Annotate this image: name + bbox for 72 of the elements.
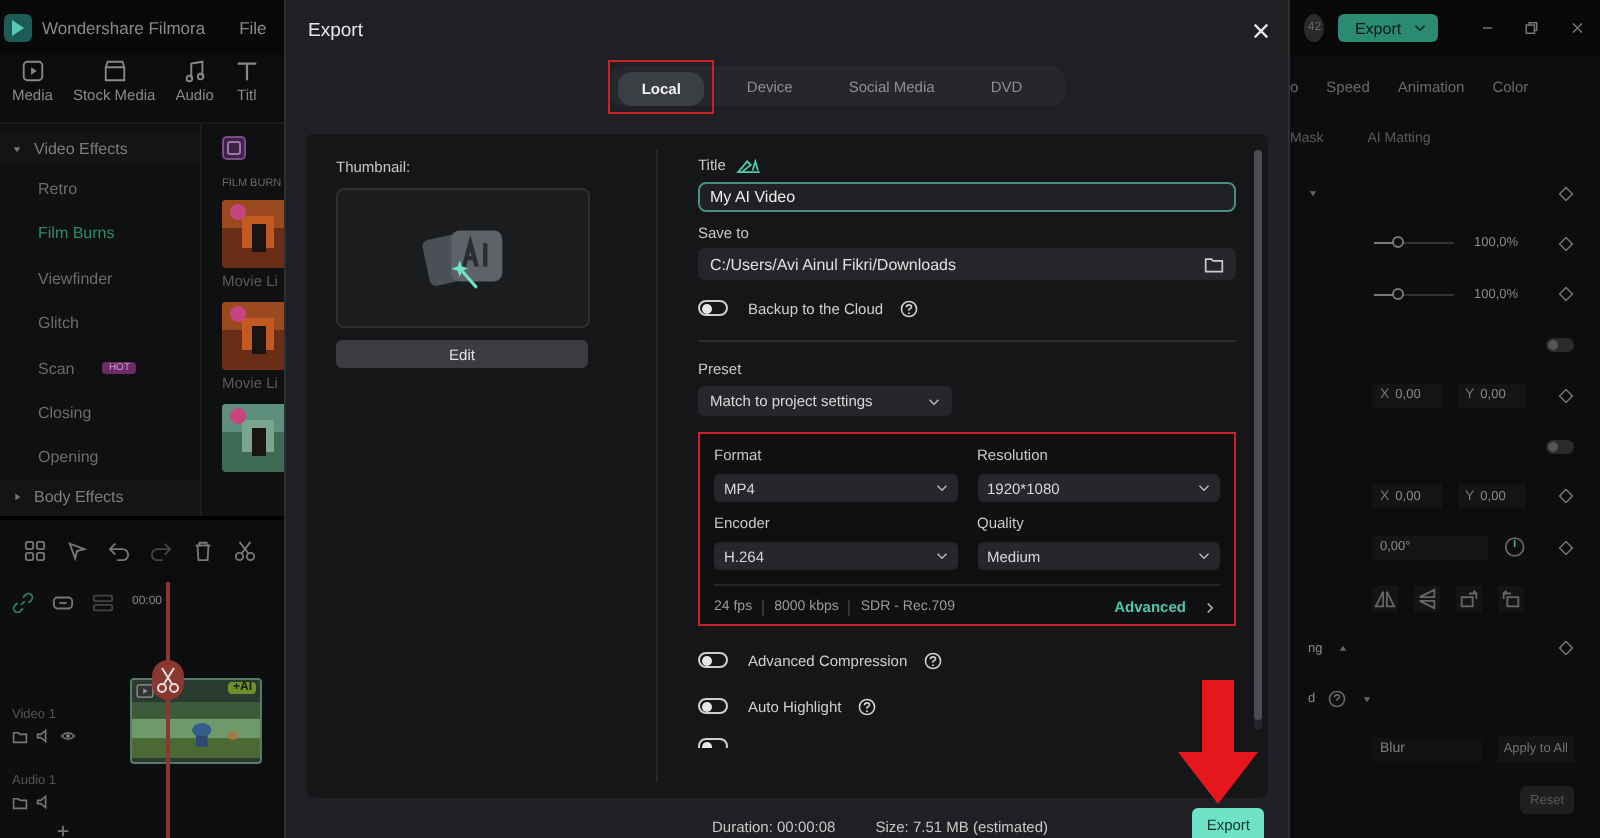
collapse-icon[interactable] — [1308, 188, 1318, 199]
category-item[interactable]: Closing — [38, 403, 92, 422]
category-item[interactable]: Scan — [38, 359, 75, 378]
link-icon[interactable] — [12, 591, 34, 613]
rotate-right-icon[interactable] — [1456, 585, 1482, 612]
folder-icon[interactable] — [12, 727, 28, 743]
speaker-icon[interactable] — [36, 793, 52, 809]
logo-icon — [4, 13, 32, 42]
export-button[interactable]: Export — [1338, 14, 1438, 42]
store-icon — [101, 58, 128, 85]
add-track-icon[interactable] — [56, 824, 70, 838]
rotate-left-icon[interactable] — [1498, 585, 1524, 612]
grid-filter-icon[interactable] — [222, 135, 246, 160]
toggle-switch[interactable] — [698, 300, 728, 316]
flip-horizontal-icon[interactable] — [1372, 585, 1398, 612]
rotation-dial-icon[interactable] — [1504, 536, 1526, 559]
expand-icon[interactable] — [1338, 643, 1349, 654]
toggle-switch[interactable] — [698, 698, 728, 714]
video-icon — [136, 684, 154, 698]
category-header[interactable]: Body Effects — [0, 479, 200, 516]
scissors-icon[interactable] — [152, 660, 184, 700]
flip-vertical-icon[interactable] — [1414, 585, 1440, 612]
keyframe-icon[interactable] — [1558, 387, 1574, 404]
folder-icon[interactable] — [12, 793, 28, 809]
chevron-down-icon — [928, 397, 940, 405]
chevron-down-icon — [935, 484, 947, 492]
arrow-icon — [1178, 680, 1258, 804]
collapse-icon[interactable] — [1361, 694, 1372, 705]
category-item[interactable]: Viewfinder — [38, 269, 113, 288]
dialog-title: Export — [308, 19, 363, 41]
folder-icon — [1204, 255, 1224, 273]
keyframe-icon[interactable] — [1558, 539, 1574, 556]
keyframe-icon[interactable] — [1558, 286, 1574, 303]
thumbnail-preview[interactable] — [336, 188, 590, 328]
app-name: Wondershare Filmora — [42, 17, 206, 38]
music-note-icon — [181, 58, 208, 85]
toggle-switch[interactable] — [1546, 439, 1574, 454]
title-icon — [233, 58, 260, 85]
trash-icon[interactable] — [192, 539, 214, 562]
chevron-down-icon — [1198, 552, 1210, 560]
category-item[interactable]: Retro — [38, 180, 78, 199]
track-icon[interactable] — [92, 591, 114, 613]
ai-pen-icon[interactable] — [735, 155, 762, 173]
title-input[interactable]: My AI Video — [698, 182, 1236, 212]
save-path-field[interactable]: C:/Users/Avi Ainul Fikri/Downloads — [698, 248, 1236, 280]
triangle-icon — [12, 144, 22, 155]
close-icon[interactable] — [1252, 21, 1270, 39]
category-item[interactable]: Glitch — [38, 314, 79, 333]
chevron-right-icon[interactable] — [1206, 601, 1214, 613]
undo-icon[interactable] — [108, 539, 130, 562]
speaker-icon[interactable] — [36, 727, 52, 743]
menu-item[interactable]: File — [239, 17, 267, 38]
eye-icon[interactable] — [60, 727, 76, 743]
grid-icon[interactable] — [24, 539, 46, 562]
keyframe-icon[interactable] — [1558, 185, 1574, 202]
keyframe-icon[interactable] — [1558, 235, 1574, 252]
category-item[interactable]: Opening — [38, 448, 99, 467]
toggle-switch[interactable] — [1546, 338, 1574, 353]
keyframe-icon[interactable] — [1558, 488, 1574, 505]
category-header[interactable]: Video Effects — [0, 131, 200, 167]
restore-icon[interactable] — [1524, 18, 1540, 38]
track-link-icon[interactable] — [52, 591, 74, 613]
chevron-down-icon — [1198, 484, 1210, 492]
toggle-switch[interactable] — [698, 652, 728, 668]
chevron-down-icon — [1413, 24, 1426, 32]
keyframe-icon[interactable] — [1558, 640, 1574, 657]
category-item[interactable]: Film Burns — [38, 224, 115, 243]
pointer-icon[interactable] — [66, 539, 88, 562]
triangle-icon — [12, 492, 22, 503]
media-icon — [19, 58, 46, 85]
chevron-down-icon — [935, 552, 947, 560]
ai-image-icon — [419, 224, 507, 292]
